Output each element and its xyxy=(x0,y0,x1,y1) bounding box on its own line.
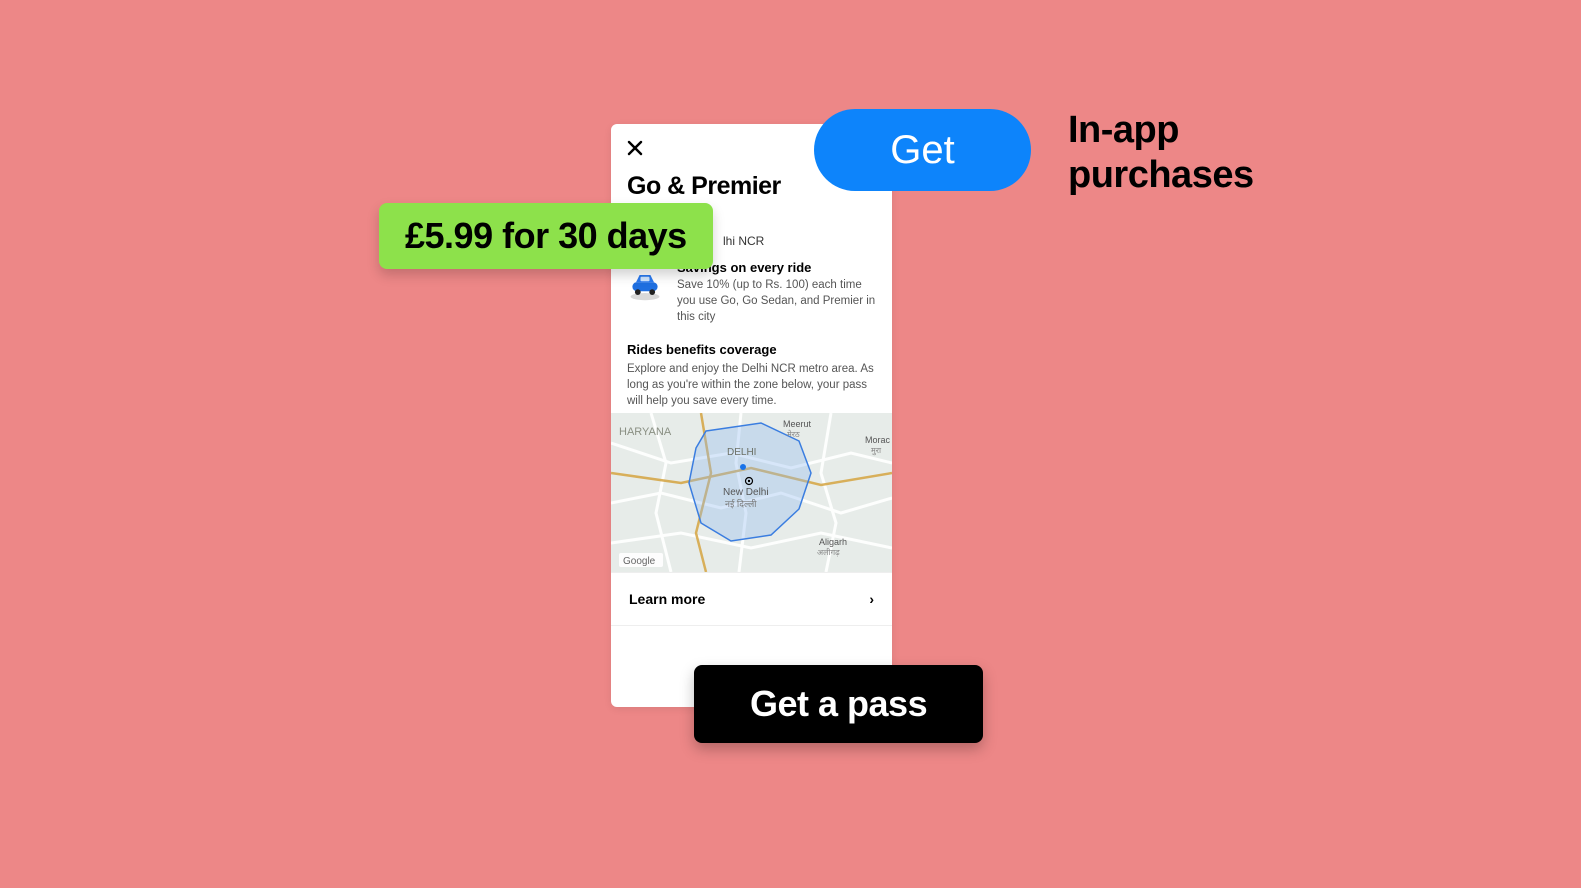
coverage-map[interactable]: HARYANA DELHI New Delhi नई दिल्ली Meerut… xyxy=(611,413,892,572)
inapp-purchases-label: In-app purchases xyxy=(1068,108,1254,198)
coverage-body: Explore and enjoy the Delhi NCR metro ar… xyxy=(627,362,876,410)
get-a-pass-button[interactable]: Get a pass xyxy=(694,665,983,743)
map-label-delhi: DELHI xyxy=(727,447,756,458)
coverage-title: Rides benefits coverage xyxy=(627,342,876,357)
price-pill: £5.99 for 30 days xyxy=(379,203,713,269)
learn-more-row[interactable]: Learn more › xyxy=(611,572,892,626)
car-icon xyxy=(627,266,663,302)
pass-title: Go & Premier xyxy=(627,172,781,201)
map-label-morad: Morac xyxy=(865,435,891,445)
map-label-aligarh-hi: अलीगढ़ xyxy=(817,547,840,557)
map-label-newdelhi-hi: नई दिल्ली xyxy=(725,498,757,509)
chevron-right-icon: › xyxy=(869,591,874,607)
map-attribution: Google xyxy=(623,556,656,567)
coverage-section: Rides benefits coverage Explore and enjo… xyxy=(627,342,876,410)
map-label-newdelhi: New Delhi xyxy=(723,487,769,498)
get-button[interactable]: Get xyxy=(814,109,1031,191)
map-label-meerut: Meerut xyxy=(783,419,812,429)
pass-region-suffix: lhi NCR xyxy=(723,234,764,248)
map-label-aligarh: Aligarh xyxy=(819,537,847,547)
benefit-row: Savings on every ride Save 10% (up to Rs… xyxy=(627,260,876,326)
close-icon[interactable] xyxy=(625,138,645,158)
map-label-haryana: HARYANA xyxy=(619,426,672,438)
map-label-morad-hi: मुरा xyxy=(871,446,882,456)
learn-more-label: Learn more xyxy=(629,591,705,607)
benefit-body: Save 10% (up to Rs. 100) each time you u… xyxy=(677,278,876,326)
map-label-meerut-hi: मेरठ xyxy=(787,429,800,439)
